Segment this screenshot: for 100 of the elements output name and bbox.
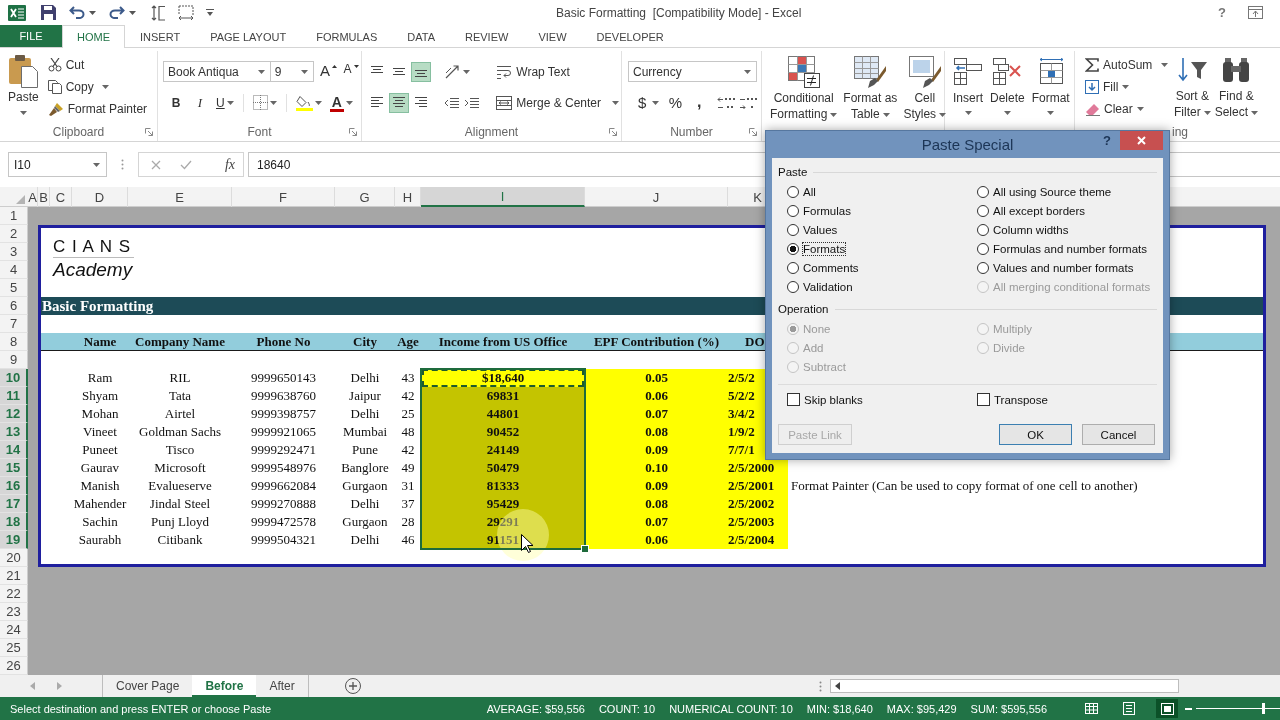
dashed-frame-icon[interactable] — [178, 4, 194, 21]
fill-button[interactable]: Fill — [1082, 76, 1172, 98]
app-logo-icon[interactable] — [8, 4, 26, 21]
row-header[interactable]: 25 — [0, 639, 28, 657]
column-header[interactable]: C — [50, 187, 72, 207]
align-center-button[interactable] — [389, 92, 409, 113]
number-format-combo[interactable]: Currency — [628, 61, 757, 82]
merge-center-button[interactable]: Merge & Center — [494, 92, 621, 113]
radio-option[interactable]: Validation — [787, 277, 977, 296]
horizontal-scrollbar[interactable] — [829, 679, 1179, 693]
row-header[interactable]: 18 — [0, 513, 28, 531]
row-header[interactable]: 16 — [0, 477, 28, 495]
name-box[interactable]: I10 — [8, 152, 107, 177]
row-header[interactable]: 21 — [0, 567, 28, 585]
autosum-button[interactable]: AutoSum — [1082, 54, 1172, 76]
row-header[interactable]: 15 — [0, 459, 28, 477]
radio-option[interactable]: All using Source theme — [977, 182, 1167, 201]
corner-arrow-icon[interactable] — [145, 128, 153, 136]
ribbon-tab[interactable]: INSERT — [125, 25, 196, 48]
row-header[interactable]: 1 — [0, 207, 28, 225]
checkbox-option[interactable]: Skip blanks — [787, 390, 977, 409]
row-header[interactable]: 2 — [0, 225, 28, 243]
row-header[interactable]: 20 — [0, 549, 28, 567]
radio-option[interactable]: All — [787, 182, 977, 201]
radio-option[interactable]: Values — [787, 220, 977, 239]
column-header[interactable]: D — [72, 187, 128, 207]
ribbon-tab[interactable]: FORMULAS — [301, 25, 393, 48]
cut-button[interactable]: Cut — [44, 54, 151, 76]
row-header[interactable]: 12 — [0, 405, 28, 423]
radio-option[interactable]: Formats — [787, 239, 977, 258]
shrink-font-button[interactable]: A — [341, 61, 361, 82]
ribbon-tab[interactable]: DEVELOPER — [581, 25, 679, 48]
radio-option[interactable]: Comments — [787, 258, 977, 277]
sheet-tab[interactable]: After — [256, 675, 308, 697]
fill-handle[interactable] — [581, 545, 589, 553]
format-painter-button[interactable]: Format Painter — [44, 98, 151, 120]
font-size-combo[interactable]: 9 — [270, 61, 315, 82]
radio-option[interactable]: All except borders — [977, 201, 1167, 220]
ribbon-tab[interactable]: VIEW — [523, 25, 582, 48]
page-break-preview-button[interactable] — [1156, 699, 1178, 718]
ribbon-tab[interactable]: REVIEW — [450, 25, 524, 48]
align-bottom-button[interactable] — [411, 61, 431, 82]
underline-button[interactable]: U — [214, 92, 236, 113]
row-header[interactable]: 4 — [0, 261, 28, 279]
plus-circle-icon[interactable] — [344, 678, 361, 694]
dialog-button[interactable]: Cancel — [1082, 424, 1155, 445]
vertical-arrows-icon[interactable] — [151, 4, 166, 21]
row-header[interactable]: 10 — [0, 369, 28, 387]
column-header[interactable]: E — [128, 187, 232, 207]
bold-button[interactable]: B — [166, 92, 186, 113]
row-header[interactable]: 23 — [0, 603, 28, 621]
percent-button[interactable]: % — [665, 92, 686, 113]
slider-thumb[interactable] — [1261, 703, 1265, 714]
conditional-formatting-button[interactable]: Conditional Formatting — [768, 56, 840, 123]
close-button[interactable] — [1120, 131, 1163, 150]
insert-function-button[interactable]: fx — [222, 156, 237, 173]
check-icon[interactable] — [180, 159, 192, 170]
column-header[interactable]: J — [585, 187, 728, 207]
font-color-button[interactable]: A — [327, 92, 355, 113]
row-header[interactable]: 13 — [0, 423, 28, 441]
currency-button[interactable]: $ — [636, 92, 662, 113]
corner-arrow-icon[interactable] — [609, 128, 617, 136]
radio-option[interactable]: Formulas — [787, 201, 977, 220]
sort-filter-button[interactable]: Sort & Filter — [1172, 54, 1213, 123]
grow-font-button[interactable]: A — [318, 61, 339, 82]
help-button[interactable]: ? — [1103, 133, 1111, 148]
ribbon-tab[interactable]: DATA — [392, 25, 450, 48]
column-header[interactable]: I — [421, 187, 585, 207]
file-tab[interactable]: FILE — [0, 25, 62, 47]
comma-style-button[interactable]: , — [689, 92, 710, 113]
row-header[interactable]: 5 — [0, 279, 28, 297]
save-icon[interactable] — [41, 5, 56, 20]
help-button[interactable]: ? — [1218, 5, 1226, 20]
column-header[interactable]: B — [38, 187, 50, 207]
dialog-button[interactable]: OK — [999, 424, 1072, 445]
delete-button[interactable]: Delete — [988, 56, 1027, 123]
cell-styles-button[interactable]: Cell Styles — [901, 56, 949, 123]
radio-option[interactable]: Column widths — [977, 220, 1167, 239]
redo-icon[interactable] — [109, 6, 125, 19]
checkbox-option[interactable]: Transpose — [977, 390, 1167, 409]
minus-icon[interactable] — [1185, 707, 1192, 710]
column-header[interactable]: A — [28, 187, 38, 207]
row-header[interactable]: 6 — [0, 297, 28, 315]
insert-button[interactable]: Insert — [951, 56, 985, 123]
corner-arrow-icon[interactable] — [349, 128, 357, 136]
row-header[interactable]: 24 — [0, 621, 28, 639]
row-header[interactable]: 22 — [0, 585, 28, 603]
column-header[interactable]: F — [232, 187, 335, 207]
ribbon-tab[interactable]: HOME — [62, 25, 125, 48]
left-arrow-icon[interactable] — [834, 682, 840, 690]
format-button[interactable]: Format — [1029, 56, 1072, 123]
paste-button[interactable]: Paste — [5, 54, 42, 123]
row-header[interactable]: 3 — [0, 243, 28, 261]
line-caret-icon[interactable] — [206, 9, 214, 16]
copy-button[interactable]: Copy — [44, 76, 151, 98]
font-name-combo[interactable]: Book Antiqua — [163, 61, 271, 82]
radio-option[interactable]: Values and number formats — [977, 258, 1167, 277]
sheet-tab[interactable]: Cover Page — [103, 675, 193, 697]
undo-icon[interactable] — [69, 6, 85, 19]
row-header[interactable]: 14 — [0, 441, 28, 459]
